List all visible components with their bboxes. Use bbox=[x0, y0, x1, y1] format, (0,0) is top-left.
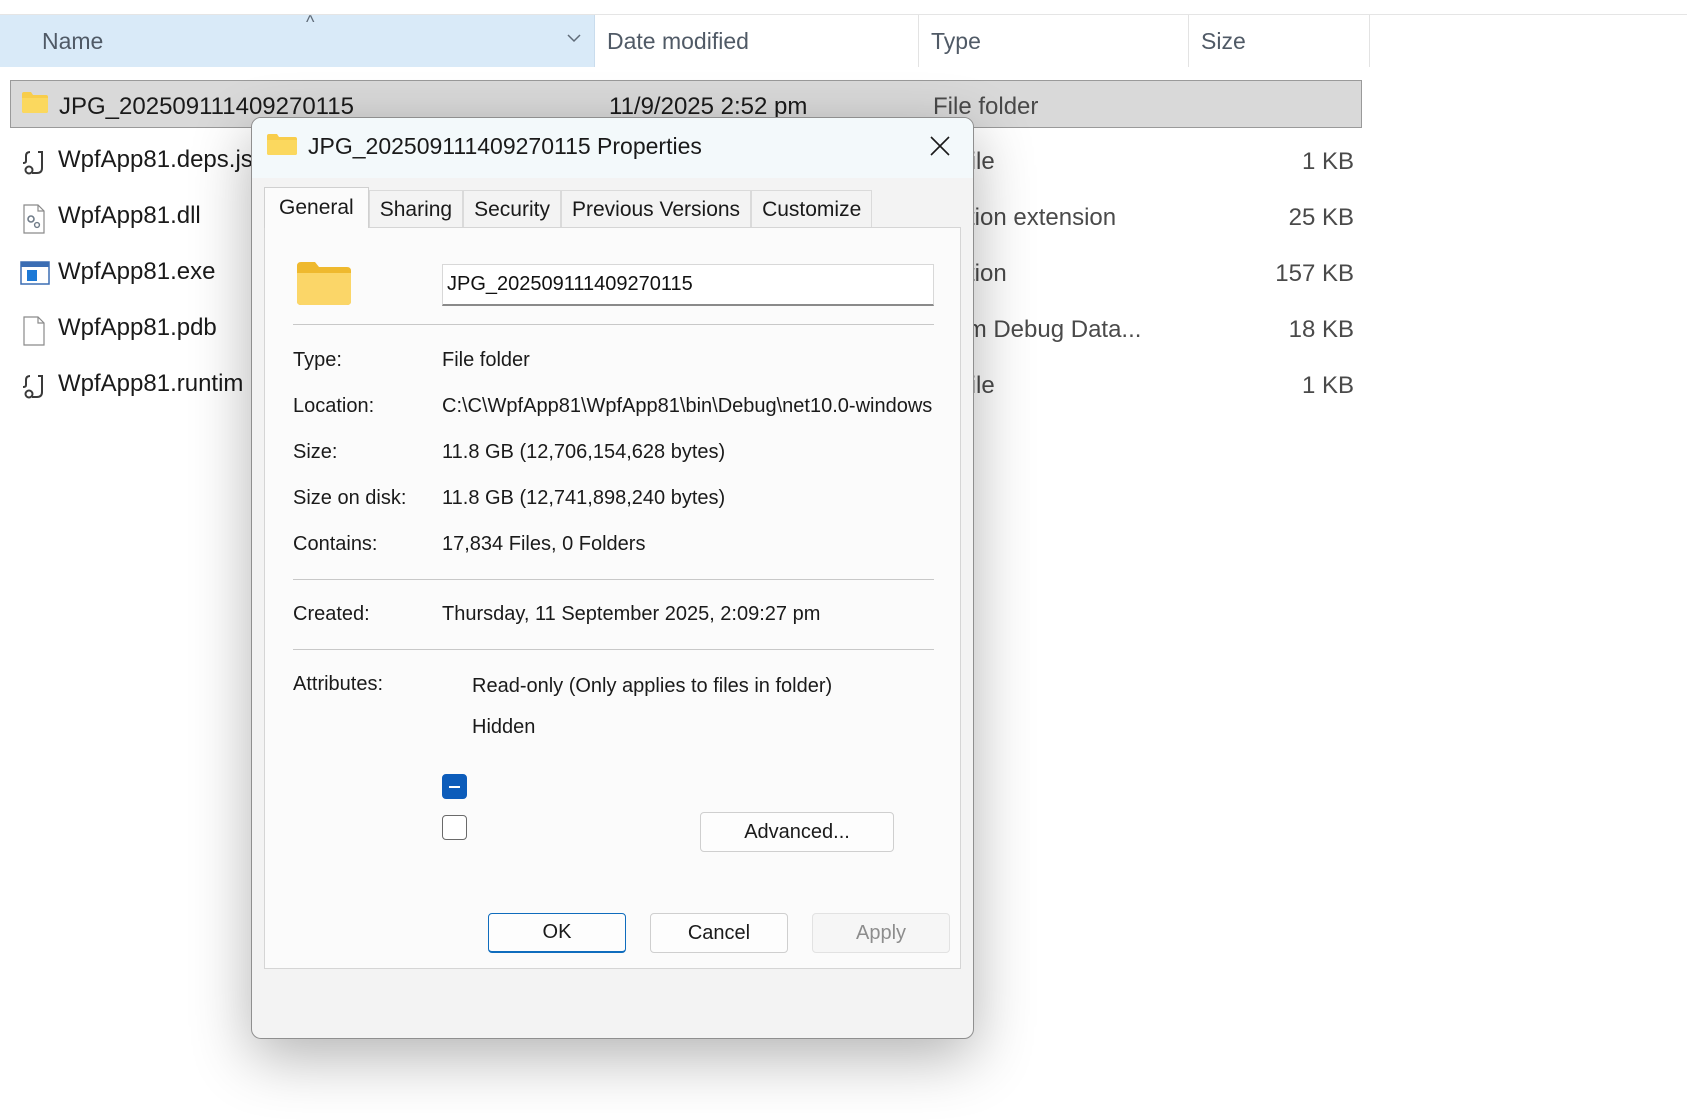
size-value: 11.8 GB (12,706,154,628 bytes) bbox=[442, 441, 726, 463]
folder-icon bbox=[266, 132, 298, 158]
close-icon[interactable] bbox=[919, 126, 961, 166]
folder-icon bbox=[21, 90, 49, 118]
apply-button[interactable]: Apply bbox=[812, 913, 950, 953]
general-tab-panel: Type: File folder Location: C:\C\WpfApp8… bbox=[264, 227, 961, 969]
column-header-size[interactable]: Size bbox=[1189, 15, 1370, 67]
hidden-checkbox-label[interactable]: Hidden bbox=[472, 716, 535, 739]
size-on-disk-label: Size on disk: bbox=[293, 487, 407, 509]
file-name: WpfApp81.runtim bbox=[58, 370, 244, 397]
size-label: Size: bbox=[293, 441, 338, 463]
location-value[interactable]: C:\C\WpfApp81\WpfApp81\bin\Debug\net10.0… bbox=[442, 395, 934, 418]
column-header-size-label: Size bbox=[1201, 27, 1246, 54]
size-on-disk-value: 11.8 GB (12,741,898,240 bytes) bbox=[442, 487, 726, 509]
location-label: Location: bbox=[293, 395, 375, 417]
divider bbox=[293, 579, 934, 580]
file-name: WpfApp81.pdb bbox=[58, 314, 217, 341]
file-size: 25 KB bbox=[1288, 204, 1354, 231]
attributes-label: Attributes: bbox=[293, 673, 384, 695]
file-size: 1 KB bbox=[1301, 372, 1354, 399]
created-value: Thursday, 11 September 2025, 2:09:27 pm bbox=[442, 603, 821, 625]
folder-name-input[interactable] bbox=[442, 264, 934, 306]
type-label: Type: bbox=[293, 349, 342, 371]
column-header-bar: Name ^ Date modified Type Size bbox=[0, 12, 1370, 67]
column-header-date-label: Date modified bbox=[607, 27, 749, 54]
contains-label: Contains: bbox=[293, 533, 378, 555]
column-header-type[interactable]: Type bbox=[919, 15, 1189, 67]
column-header-name[interactable]: Name bbox=[0, 15, 595, 67]
dialog-title: JPG_20250911140927011​5 Properties bbox=[308, 133, 702, 159]
file-name: WpfApp81.dll bbox=[58, 202, 201, 229]
blank-file-icon bbox=[20, 316, 48, 346]
hidden-checkbox[interactable] bbox=[442, 815, 467, 840]
type-value: File folder bbox=[442, 349, 530, 371]
dialog-title-bar[interactable]: JPG_20250911140927011​5 Properties bbox=[252, 118, 973, 178]
sort-ascending-icon: ^ bbox=[306, 12, 315, 32]
file-name: WpfApp81.exe bbox=[58, 258, 216, 285]
file-name: WpfApp81.deps.js bbox=[58, 146, 253, 173]
tab-sharing[interactable]: Sharing bbox=[368, 190, 464, 228]
exe-file-icon bbox=[20, 260, 50, 288]
created-label: Created: bbox=[293, 603, 370, 625]
divider bbox=[293, 324, 934, 325]
file-size: 1 KB bbox=[1301, 148, 1354, 175]
chevron-down-icon[interactable] bbox=[567, 33, 581, 45]
folder-icon bbox=[295, 260, 353, 306]
tab-customize[interactable]: Customize bbox=[751, 190, 873, 228]
tab-strip: General Sharing Security Previous Versio… bbox=[264, 187, 873, 228]
file-size: 18 KB bbox=[1288, 316, 1354, 343]
properties-dialog: JPG_20250911140927011​5 Properties Gener… bbox=[251, 117, 974, 1039]
advanced-button[interactable]: Advanced... bbox=[700, 812, 894, 852]
dll-file-icon bbox=[20, 204, 48, 234]
column-header-name-label: Name bbox=[42, 27, 104, 54]
ok-button[interactable]: OK bbox=[488, 913, 626, 953]
tab-previous-versions[interactable]: Previous Versions bbox=[560, 190, 752, 228]
json-file-icon bbox=[20, 372, 48, 400]
readonly-checkbox-label[interactable]: Read-only (Only applies to files in fold… bbox=[472, 675, 832, 698]
json-file-icon bbox=[20, 148, 48, 176]
column-header-date[interactable]: Date modified bbox=[595, 15, 919, 67]
file-size: 157 KB bbox=[1275, 260, 1354, 287]
cancel-button[interactable]: Cancel bbox=[650, 913, 788, 953]
explorer-top-bar bbox=[0, 0, 1687, 15]
column-header-type-label: Type bbox=[931, 27, 981, 54]
divider bbox=[293, 649, 934, 650]
tab-security[interactable]: Security bbox=[463, 190, 561, 228]
tab-general[interactable]: General bbox=[264, 187, 369, 228]
readonly-checkbox[interactable] bbox=[442, 774, 467, 799]
contains-value: 17,834 Files, 0 Folders bbox=[442, 533, 646, 555]
